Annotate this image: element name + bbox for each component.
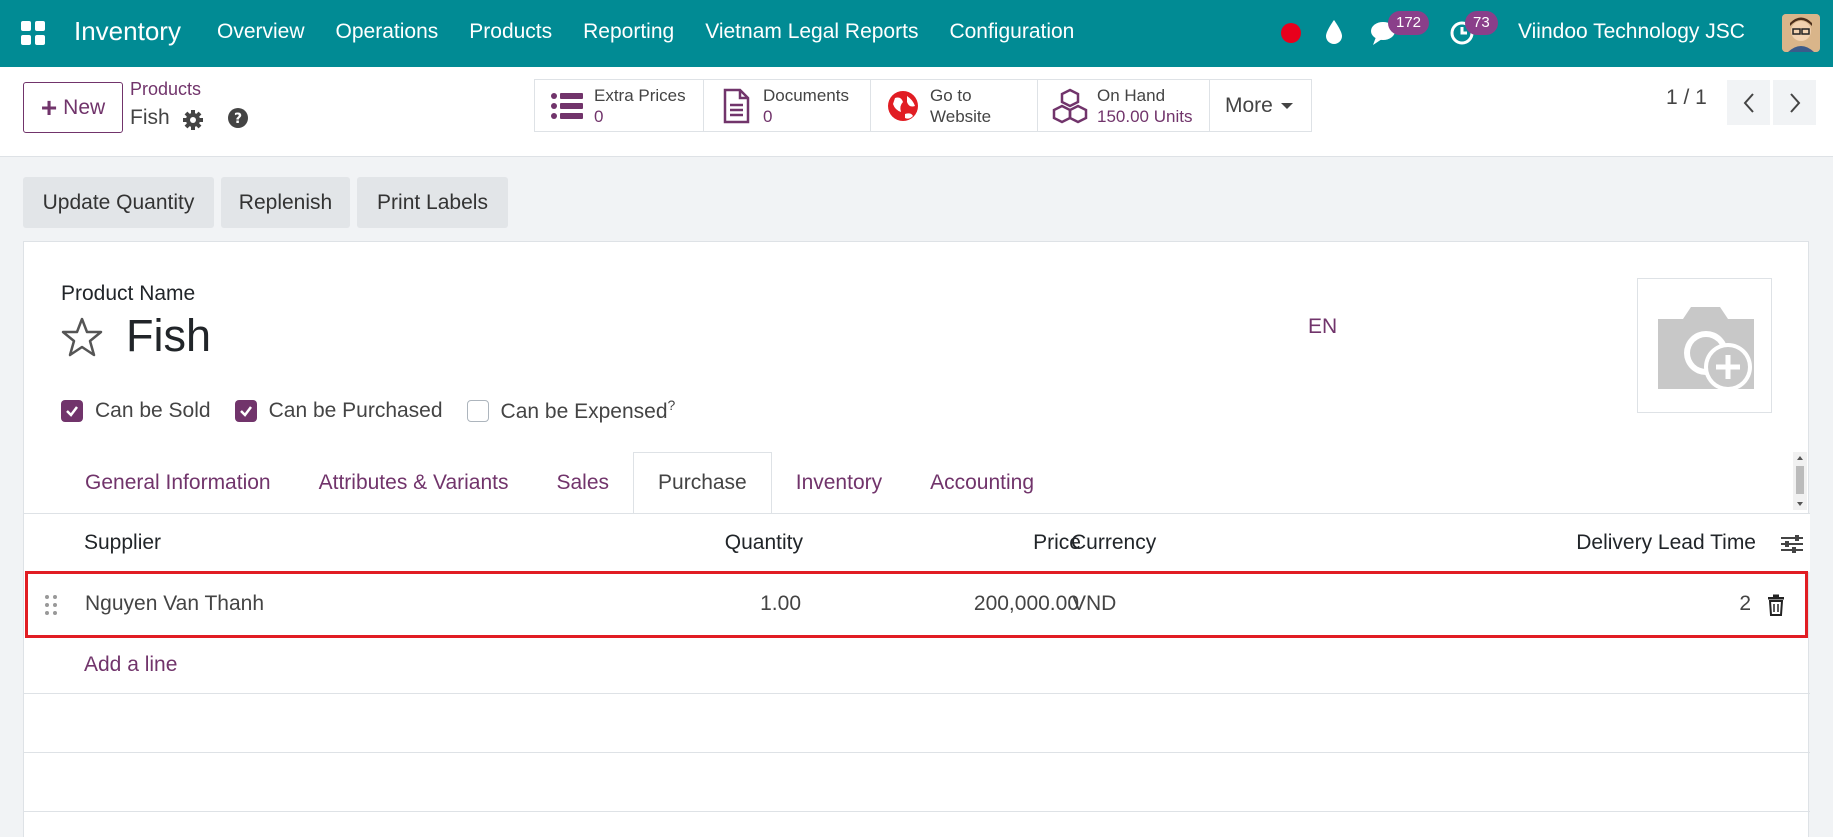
check-icon xyxy=(66,405,78,417)
menu-reporting[interactable]: Reporting xyxy=(583,20,674,44)
extra-prices-label: Extra Prices xyxy=(594,86,686,105)
can-be-sold-label[interactable]: Can be Sold xyxy=(95,399,211,423)
tab-inventory[interactable]: Inventory xyxy=(772,452,906,514)
menu-vietnam-legal-reports[interactable]: Vietnam Legal Reports xyxy=(705,20,918,44)
pager-value[interactable]: 1 / 1 xyxy=(1666,86,1707,110)
documents-button[interactable]: Documents 0 xyxy=(703,79,871,132)
help-tooltip-marker[interactable]: ? xyxy=(668,397,676,413)
pager-next-button[interactable] xyxy=(1773,80,1816,125)
messages-badge: 172 xyxy=(1388,11,1430,35)
activities-badge: 73 xyxy=(1465,11,1498,35)
svg-text:?: ? xyxy=(234,111,242,127)
go-to-website-button[interactable]: Go to Website xyxy=(870,79,1038,132)
avatar[interactable] xyxy=(1782,14,1820,52)
scrollbar[interactable] xyxy=(1793,452,1807,510)
extra-prices-value: 0 xyxy=(594,107,604,126)
product-name-label: Product Name xyxy=(61,282,196,305)
gear-icon[interactable] xyxy=(182,109,204,131)
can-be-purchased-checkbox[interactable] xyxy=(234,399,257,422)
company-switcher[interactable]: Viindoo Technology JSC xyxy=(1518,20,1745,44)
documents-label: Documents xyxy=(763,86,849,105)
go-to-label: Go to xyxy=(930,86,972,105)
tab-general-information[interactable]: General Information xyxy=(61,452,295,514)
print-labels-button[interactable]: Print Labels xyxy=(357,177,508,228)
main-menu: Overview Operations Products Reporting V… xyxy=(217,20,1105,44)
trash-icon[interactable] xyxy=(1766,594,1786,616)
cubes-icon xyxy=(1052,88,1088,124)
documents-value: 0 xyxy=(763,107,773,126)
cell-quantity[interactable]: 1.00 xyxy=(760,592,801,616)
language-button[interactable]: EN xyxy=(1308,315,1337,339)
website-label: Website xyxy=(930,107,992,126)
column-currency[interactable]: Currency xyxy=(1071,531,1156,555)
document-icon xyxy=(723,88,750,124)
cell-currency[interactable]: VND xyxy=(1072,592,1116,616)
tab-purchase[interactable]: Purchase xyxy=(633,452,772,514)
check-icon xyxy=(239,405,252,417)
apps-grid-icon[interactable] xyxy=(21,21,45,45)
pager-previous-button[interactable] xyxy=(1727,80,1770,125)
can-be-sold-checkbox[interactable] xyxy=(61,399,83,422)
table-row-divider xyxy=(24,811,1810,812)
new-button[interactable]: + New xyxy=(23,82,123,133)
update-quantity-button[interactable]: Update Quantity xyxy=(23,177,214,228)
control-panel: + New Products Fish ? Extra Prices 0 Docu… xyxy=(0,67,1833,157)
table-row[interactable]: Nguyen Van Thanh 1.00 200,000.00 VND 2 xyxy=(25,571,1808,638)
add-a-line-link[interactable]: Add a line xyxy=(84,653,177,677)
column-delivery-lead-time[interactable]: Delivery Lead Time xyxy=(1576,531,1756,555)
on-hand-button[interactable]: On Hand 150.00 Units xyxy=(1037,79,1210,132)
extra-prices-button[interactable]: Extra Prices 0 xyxy=(534,79,704,132)
plus-icon: + xyxy=(40,91,58,123)
more-label: More xyxy=(1225,93,1273,117)
recording-dot-icon[interactable] xyxy=(1281,23,1301,43)
on-hand-value: 150.00 Units xyxy=(1097,107,1193,126)
can-be-expensed-label[interactable]: Can be Expensed? xyxy=(501,397,676,424)
tab-accounting[interactable]: Accounting xyxy=(906,452,1058,514)
app-name[interactable]: Inventory xyxy=(74,16,181,47)
tab-sales[interactable]: Sales xyxy=(532,452,633,514)
checkbox-row: Can be Sold Can be Purchased Can be Expe… xyxy=(61,397,699,424)
cell-delivery-lead-time[interactable]: 2 xyxy=(1739,592,1751,616)
menu-overview[interactable]: Overview xyxy=(217,20,305,44)
cell-supplier[interactable]: Nguyen Van Thanh xyxy=(85,592,264,616)
can-be-purchased-label[interactable]: Can be Purchased xyxy=(269,399,443,423)
product-name-field[interactable]: Fish xyxy=(126,310,211,362)
globe-icon xyxy=(888,91,918,121)
chevron-down-icon xyxy=(1280,102,1293,109)
more-button[interactable]: More xyxy=(1209,79,1312,132)
breadcrumb-parent[interactable]: Products xyxy=(130,79,201,100)
help-icon[interactable]: ? xyxy=(227,107,249,129)
cell-price[interactable]: 200,000.00 xyxy=(974,592,1079,616)
supplier-table-header: Supplier Quantity Price Currency Deliver… xyxy=(24,514,1810,572)
top-navbar: Inventory Overview Operations Products R… xyxy=(0,0,1833,67)
optional-columns-icon[interactable] xyxy=(1780,533,1804,555)
can-be-expensed-text: Can be Expensed xyxy=(500,400,668,423)
new-button-label: New xyxy=(63,95,106,119)
menu-products[interactable]: Products xyxy=(469,20,552,44)
table-row-divider xyxy=(24,752,1810,753)
notebook-tabs: General Information Attributes & Variant… xyxy=(61,452,1058,514)
tab-attributes-variants[interactable]: Attributes & Variants xyxy=(295,452,533,514)
replenish-button[interactable]: Replenish xyxy=(221,177,350,228)
column-supplier[interactable]: Supplier xyxy=(84,531,161,555)
product-image-field[interactable] xyxy=(1637,278,1772,413)
chevron-right-icon xyxy=(1789,92,1800,113)
breadcrumb-current: Fish xyxy=(130,106,170,129)
chevron-left-icon xyxy=(1743,92,1754,113)
camera-add-icon xyxy=(1658,307,1754,391)
form-sheet: Product Name Fish EN Can be Sold Can be … xyxy=(23,241,1810,837)
table-row-divider xyxy=(24,693,1810,694)
menu-operations[interactable]: Operations xyxy=(336,20,439,44)
can-be-expensed-checkbox[interactable] xyxy=(466,399,489,422)
column-quantity[interactable]: Quantity xyxy=(725,531,803,555)
drop-icon[interactable] xyxy=(1323,18,1345,46)
star-icon[interactable] xyxy=(61,316,103,358)
list-icon xyxy=(551,93,583,119)
on-hand-label: On Hand xyxy=(1097,86,1166,105)
menu-configuration[interactable]: Configuration xyxy=(949,20,1074,44)
drag-handle-icon[interactable] xyxy=(44,594,58,616)
